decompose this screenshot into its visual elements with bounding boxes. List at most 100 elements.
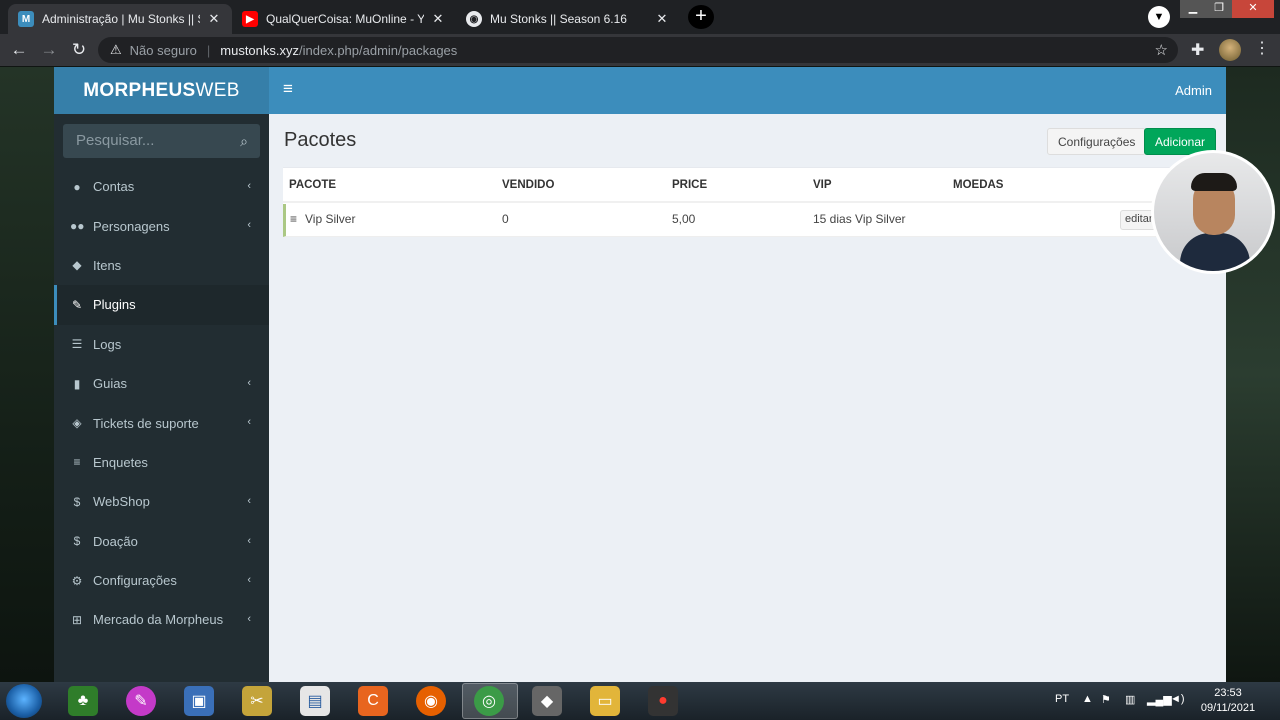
brand-logo[interactable]: MORPHEUS WEB bbox=[54, 67, 269, 114]
tab-admin[interactable]: M Administração | Mu Stonks || Season 6.… bbox=[8, 4, 232, 34]
sidebar-item-contas[interactable]: ● Contas ‹ bbox=[54, 167, 269, 206]
chevron-left-icon: ‹ bbox=[247, 573, 251, 586]
list-icon: ☰ bbox=[71, 337, 83, 352]
tray-app-icon[interactable]: ▥ bbox=[1125, 693, 1135, 706]
network-icon[interactable]: ▂▄▆ bbox=[1147, 693, 1172, 706]
page-title: Pacotes bbox=[284, 129, 357, 151]
plug-icon: ✎ bbox=[71, 297, 83, 312]
tab-youtube[interactable]: ▶ QualQuerCoisa: MuOnline - YouTube ✕ bbox=[232, 4, 456, 34]
tab-title: Mu Stonks || Season 6.16 bbox=[490, 12, 627, 26]
folder-icon[interactable]: ▭ bbox=[590, 686, 620, 716]
sidebar-item-plugins[interactable]: ✎ Plugins bbox=[54, 285, 269, 325]
computer-app-icon[interactable]: ▣ bbox=[184, 686, 214, 716]
dollar-icon: $ bbox=[73, 534, 81, 549]
browser-tab-bar: M Administração | Mu Stonks || Season 6.… bbox=[0, 0, 1280, 34]
config-button[interactable]: Configurações bbox=[1047, 128, 1147, 155]
desktop-background-left bbox=[0, 67, 54, 682]
sidebar-item-label: Guias bbox=[93, 376, 127, 392]
clock-date: 09/11/2021 bbox=[1200, 702, 1256, 714]
drag-handle-icon[interactable]: ≡ bbox=[290, 212, 297, 226]
flag-icon[interactable]: ⚑ bbox=[1101, 693, 1111, 706]
top-navbar: ≡ Admin bbox=[269, 67, 1226, 114]
sidebar-item-webshop[interactable]: $ WebShop ‹ bbox=[54, 482, 269, 521]
close-icon[interactable]: ✕ bbox=[430, 11, 446, 27]
sidebar-item-personagens[interactable]: ●● Personagens ‹ bbox=[54, 206, 269, 245]
clock[interactable]: 23:53 09/11/2021 bbox=[1200, 686, 1256, 716]
bookmark-star-icon[interactable]: ☆ bbox=[1155, 41, 1168, 59]
code-editor-icon[interactable]: C bbox=[358, 686, 388, 716]
sidebar-item-doacao[interactable]: $ Doação ‹ bbox=[54, 522, 269, 561]
close-icon[interactable]: ✕ bbox=[654, 11, 670, 27]
sidebar-item-label: Mercado da Morpheus bbox=[93, 612, 224, 628]
sidebar-menu: ● Contas ‹ ●● Personagens ‹ ◆ Itens ✎ Pl… bbox=[54, 167, 269, 640]
users-icon: ●● bbox=[70, 219, 85, 234]
column-header: PACOTE bbox=[289, 179, 337, 191]
sidebar-item-guias[interactable]: ▮ Guias ‹ bbox=[54, 364, 269, 403]
sidebar-item-label: Plugins bbox=[93, 297, 136, 313]
url-host: mustonks.xyz bbox=[220, 42, 300, 58]
forward-icon[interactable]: → bbox=[34, 40, 64, 60]
profile-avatar[interactable] bbox=[1219, 39, 1241, 61]
chevron-left-icon: ‹ bbox=[247, 613, 251, 626]
close-window-icon[interactable]: ✕ bbox=[1232, 0, 1274, 18]
paint-app-icon[interactable]: ✎ bbox=[126, 686, 156, 716]
sidebar-item-label: Enquetes bbox=[93, 454, 148, 470]
restore-icon[interactable]: ❐ bbox=[1206, 0, 1232, 18]
hamburger-icon[interactable]: ≡ bbox=[283, 79, 293, 99]
sidebar-item-configuracoes[interactable]: ⚙ Configurações ‹ bbox=[54, 561, 269, 600]
poll-icon: ≡ bbox=[73, 455, 81, 470]
sidebar-item-tickets[interactable]: ◈ Tickets de suporte ‹ bbox=[54, 403, 269, 442]
sidebar-item-label: Personagens bbox=[93, 218, 170, 234]
sidebar-item-label: WebShop bbox=[93, 494, 150, 510]
volume-icon[interactable]: ◄) bbox=[1170, 693, 1185, 705]
sidebar-item-mercado[interactable]: ⊞ Mercado da Morpheus ‹ bbox=[54, 600, 269, 639]
chevron-left-icon: ‹ bbox=[247, 495, 251, 508]
brand-bold: MORPHEUS bbox=[83, 79, 196, 101]
sidebar-item-logs[interactable]: ☰ Logs bbox=[54, 325, 269, 364]
reload-icon[interactable]: ↻ bbox=[64, 40, 94, 60]
search-icon[interactable]: ⌕ bbox=[240, 133, 248, 150]
firefox-icon[interactable]: ◉ bbox=[416, 686, 446, 716]
cell-vip: 15 dias Vip Silver bbox=[813, 212, 906, 226]
security-label[interactable]: Não seguro bbox=[130, 43, 197, 58]
user-menu[interactable]: Admin bbox=[1175, 83, 1212, 98]
globe-icon: ◉ bbox=[466, 11, 482, 27]
sidebar-item-label: Tickets de suporte bbox=[93, 415, 199, 431]
tab-title: QualQuerCoisa: MuOnline - YouTube bbox=[266, 12, 424, 26]
close-icon[interactable]: ✕ bbox=[206, 11, 222, 27]
tray-expand-icon[interactable]: ▲ bbox=[1082, 693, 1093, 705]
minimize-icon[interactable]: ▁ bbox=[1180, 0, 1206, 18]
tab-search-icon[interactable]: ▼ bbox=[1148, 6, 1170, 28]
chevron-left-icon: ‹ bbox=[247, 534, 251, 547]
address-bar[interactable]: ⚠ Não seguro | mustonks.xyz /index.php/a… bbox=[98, 37, 1178, 63]
clock-time: 23:53 bbox=[1214, 687, 1242, 699]
chrome-icon[interactable]: ◎ bbox=[474, 686, 504, 716]
table-row[interactable]: ≡ Vip Silver 0 5,00 15 dias Vip Silver e… bbox=[283, 204, 1213, 237]
record-app-icon[interactable]: ● bbox=[648, 686, 678, 716]
notepad-app-icon[interactable]: ▤ bbox=[300, 686, 330, 716]
back-icon[interactable]: ← bbox=[4, 40, 34, 60]
sidebar-item-label: Logs bbox=[93, 336, 122, 352]
taskbar: ♣ ✎ ▣ ✂ ▤ C ◉ ◎ ◆ ▭ ● PT ▲ ⚑ ▥ ▂▄▆ ◄) 23… bbox=[0, 682, 1280, 720]
column-header: VENDIDO bbox=[502, 179, 555, 191]
main-content: Pacotes Configurações Adicionar PACOTE V… bbox=[269, 114, 1226, 682]
tools-app-icon[interactable]: ✂ bbox=[242, 686, 272, 716]
tree-app-icon[interactable]: ♣ bbox=[68, 686, 98, 716]
tab-site[interactable]: ◉ Mu Stonks || Season 6.16 ✕ bbox=[456, 4, 680, 34]
sidebar-item-enquetes[interactable]: ≡ Enquetes bbox=[54, 443, 269, 482]
warning-icon[interactable]: ⚠ bbox=[110, 42, 122, 58]
packages-table: PACOTE VENDIDO PRICE VIP MOEDAS ≡ Vip Si… bbox=[283, 167, 1213, 237]
webcam-person-body bbox=[1180, 233, 1250, 271]
file-icon: ▮ bbox=[73, 376, 81, 391]
search-input[interactable]: Pesquisar... ⌕ bbox=[63, 124, 260, 158]
sidebar-item-itens[interactable]: ◆ Itens bbox=[54, 246, 269, 285]
webcam-person-hair bbox=[1191, 173, 1237, 191]
new-tab-button[interactable]: + bbox=[688, 5, 714, 29]
menu-kebab-icon[interactable]: ⋮ bbox=[1254, 38, 1270, 58]
box-app-icon[interactable]: ◆ bbox=[532, 686, 562, 716]
admin-page: MORPHEUS WEB ≡ Admin Pesquisar... ⌕ ● Con… bbox=[54, 67, 1226, 682]
language-indicator[interactable]: PT bbox=[1055, 693, 1069, 705]
morpheus-icon: M bbox=[18, 11, 34, 27]
extensions-icon[interactable]: ✚ bbox=[1191, 40, 1204, 60]
start-button[interactable] bbox=[6, 684, 42, 718]
